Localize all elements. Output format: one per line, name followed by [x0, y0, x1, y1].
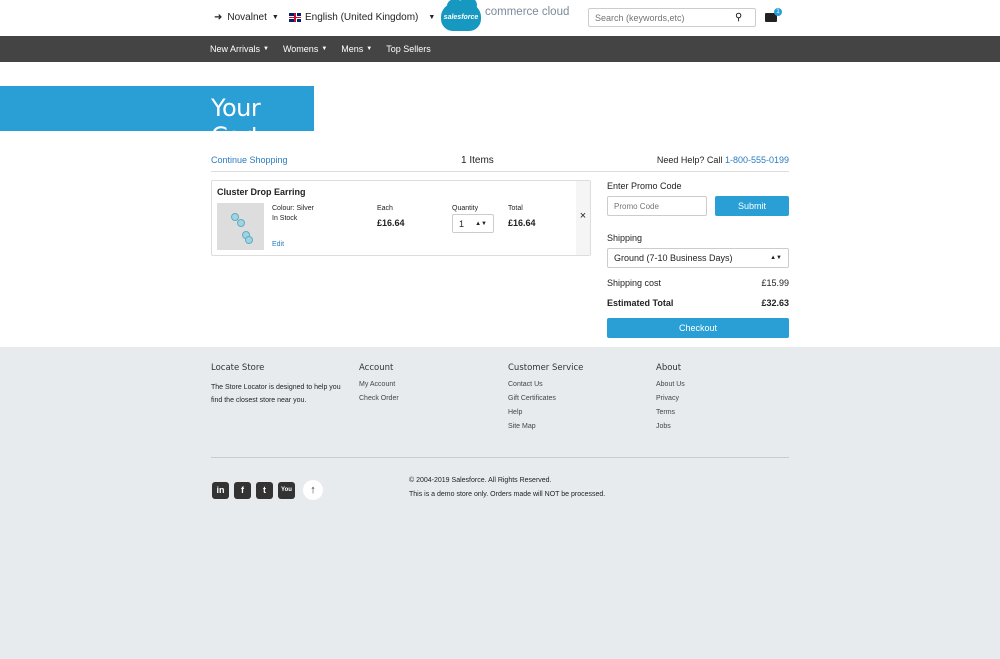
nav-item-top-sellers[interactable]: Top Sellers: [386, 44, 431, 54]
close-icon: ×: [579, 210, 587, 222]
select-arrows-icon: ▲▼: [475, 220, 487, 227]
shipping-method-select[interactable]: Ground (7-10 Business Days) ▲▼: [607, 248, 789, 268]
footer-link-jobs[interactable]: Jobs: [656, 423, 796, 430]
quantity-select[interactable]: 1 ▲▼: [452, 214, 494, 233]
linkedin-icon[interactable]: in: [212, 481, 229, 499]
footer-link-check-order[interactable]: Check Order: [359, 395, 499, 402]
chevron-down-icon: ▼: [428, 14, 436, 21]
footer-heading: Account: [359, 363, 394, 373]
chevron-down-icon: ▼: [271, 14, 279, 21]
footer-customer-service: Customer Service Contact Us Gift Certifi…: [508, 363, 648, 437]
help-text: Need Help? Call 1-800-555-0199: [656, 155, 789, 165]
back-to-top-icon[interactable]: ↑: [303, 480, 323, 500]
footer-locate-store: Locate Store The Store Locator is design…: [211, 363, 351, 407]
chevron-down-icon: ▼: [366, 46, 373, 52]
search-icon[interactable]: ⚲: [735, 12, 742, 23]
footer-heading: About: [656, 363, 682, 373]
product-colour: Colour: Silver: [272, 205, 315, 212]
top-header: ➜ Novalnet ▼ English (United Kingdom) ▼ …: [0, 0, 1000, 36]
page-banner: Your Cart: [0, 86, 314, 150]
cart-count-badge: 1: [774, 8, 782, 16]
footer-link-site-map[interactable]: Site Map: [508, 423, 648, 430]
salesforce-cloud-icon: salesforce: [441, 0, 481, 31]
site-logo[interactable]: salesforce commerce cloud: [441, 0, 570, 31]
language-label: English (United Kingdom): [305, 12, 419, 23]
footer-link-about-us[interactable]: About Us: [656, 381, 796, 388]
shipping-label: Shipping: [607, 233, 643, 243]
minicart-button[interactable]: 1: [765, 8, 782, 22]
footer-heading: Customer Service: [508, 363, 584, 373]
footer-link-terms[interactable]: Terms: [656, 409, 796, 416]
footer-copyright: © 2004-2019 Salesforce. All Rights Reser…: [409, 477, 606, 498]
footer-divider: [211, 457, 789, 458]
cart-item-count: 1 Items: [461, 155, 494, 166]
language-selector[interactable]: English (United Kingdom) ▼: [289, 12, 435, 23]
uk-flag-icon: [289, 13, 301, 22]
cart-header: Continue Shopping 1 Items Need Help? Cal…: [211, 151, 789, 172]
footer-account: Account My Account Check Order: [359, 363, 499, 409]
shipping-cost-row: Shipping cost £15.99: [607, 278, 789, 288]
total-label: Total: [508, 205, 523, 212]
nav-item-womens[interactable]: Womens ▼: [283, 44, 327, 54]
nav-item-new-arrivals[interactable]: New Arrivals ▼: [210, 44, 269, 54]
quantity-label: Quantity: [452, 205, 479, 212]
select-arrows-icon: ▲▼: [770, 255, 782, 261]
footer-about: About About Us Privacy Terms Jobs: [656, 363, 796, 437]
footer-link-privacy[interactable]: Privacy: [656, 395, 796, 402]
promo-code-input[interactable]: [607, 196, 707, 216]
login-label: Novalnet: [227, 12, 267, 23]
page-title: Your Cart: [211, 94, 261, 150]
line-total-price: £16.64: [508, 218, 536, 228]
checkout-button[interactable]: Checkout: [607, 318, 789, 338]
footer-link-contact-us[interactable]: Contact Us: [508, 381, 648, 388]
login-menu[interactable]: ➜ Novalnet ▼: [214, 12, 279, 23]
each-price: £16.64: [377, 218, 405, 228]
footer-link-gift-certificates[interactable]: Gift Certificates: [508, 395, 648, 402]
store-locator-text: The Store Locator is designed to help yo…: [211, 384, 341, 404]
site-footer: Locate Store The Store Locator is design…: [0, 347, 1000, 659]
edit-item-link[interactable]: Edit: [272, 241, 284, 248]
stock-status: In Stock: [272, 215, 298, 222]
continue-shopping-link[interactable]: Continue Shopping: [211, 155, 288, 165]
chevron-down-icon: ▼: [321, 46, 328, 52]
promo-label: Enter Promo Code: [607, 181, 682, 191]
product-image[interactable]: [217, 203, 264, 250]
footer-heading: Locate Store: [211, 363, 265, 373]
remove-item-button[interactable]: ×: [576, 181, 590, 255]
logo-text: commerce cloud: [485, 6, 570, 18]
sign-in-icon: ➜: [214, 12, 223, 23]
search-input[interactable]: [589, 12, 735, 23]
twitter-icon[interactable]: t: [256, 481, 273, 499]
product-line-item: Cluster Drop Earring Colour: Silver In S…: [211, 180, 591, 256]
footer-link-my-account[interactable]: My Account: [359, 381, 499, 388]
promo-submit-button[interactable]: Submit: [715, 196, 789, 216]
facebook-icon[interactable]: f: [234, 481, 251, 499]
help-phone-link[interactable]: 1-800-555-0199: [725, 155, 789, 165]
product-name: Cluster Drop Earring: [217, 187, 306, 197]
youtube-icon[interactable]: You: [278, 481, 295, 499]
search-box: ⚲: [588, 8, 756, 27]
each-label: Each: [377, 205, 393, 212]
estimated-total-row: Estimated Total £32.63: [607, 298, 789, 308]
social-links: in f t You ↑: [212, 480, 323, 500]
footer-link-help[interactable]: Help: [508, 409, 648, 416]
chevron-down-icon: ▼: [263, 46, 269, 52]
nav-item-mens[interactable]: Mens ▼: [341, 44, 372, 54]
main-navigation: New Arrivals ▼ Womens ▼ Mens ▼ Top Sellers: [0, 36, 1000, 62]
